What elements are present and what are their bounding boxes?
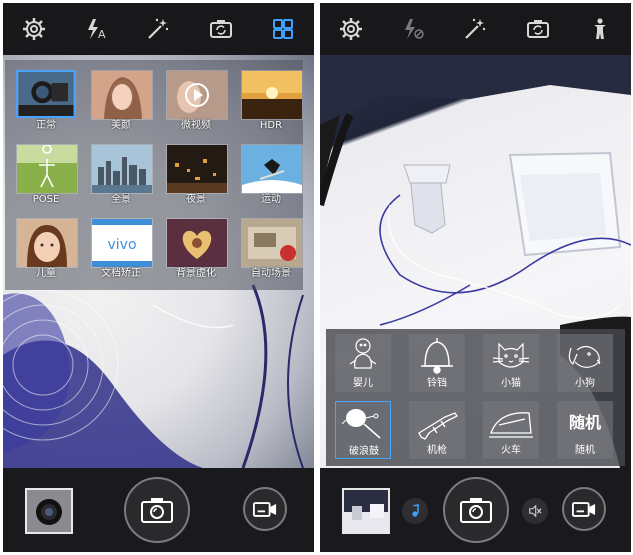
speaker-mute-icon: [529, 505, 542, 517]
modes-grid-icon[interactable]: [268, 14, 298, 44]
left-top-toolbar: A: [3, 3, 314, 55]
sound-label: 随机: [575, 445, 595, 456]
camera-icon: [141, 498, 173, 523]
mode-thumb-micro-video: [166, 70, 228, 120]
mode-label: 正常: [36, 120, 56, 131]
sound-label: 小猫: [501, 378, 521, 389]
sound-tile-bell[interactable]: 铃铛: [409, 334, 465, 392]
sound-tile-random[interactable]: 随机 随机: [557, 401, 613, 459]
mode-tile-auto-scene[interactable]: 自动场景: [241, 218, 303, 282]
mute-button[interactable]: [522, 498, 548, 524]
mode-label: 文档矫正: [101, 268, 141, 279]
shutter-button[interactable]: [124, 477, 190, 543]
mode-tile-night[interactable]: 夜景: [166, 144, 228, 208]
video-camera-icon: [572, 501, 596, 517]
camera-icon: [460, 498, 492, 523]
bell-icon: [421, 338, 453, 374]
sound-label: 机枪: [427, 445, 447, 456]
mode-thumb-normal: [16, 70, 76, 118]
sound-tile-rattle-drum[interactable]: 破浪鼓: [335, 401, 391, 459]
sound-tile-cat[interactable]: 小猫: [483, 334, 539, 392]
baby-icon: [349, 338, 377, 369]
mode-label: 全景: [111, 194, 131, 205]
sound-tile-machine-gun[interactable]: 机枪: [409, 401, 465, 459]
sound-label: 铃铛: [427, 378, 447, 389]
gallery-thumbnail[interactable]: [25, 488, 73, 534]
mode-label: POSE: [32, 194, 60, 205]
sound-label: 火车: [501, 445, 521, 456]
dog-icon: [568, 345, 601, 368]
flash-auto-icon[interactable]: A: [81, 14, 111, 44]
right-viewfinder[interactable]: 婴儿 铃铛 小猫 小狗 破浪鼓 机枪 火车 随机 随机: [320, 55, 631, 468]
mode-label: HDR: [259, 120, 283, 131]
flash-auto-label: A: [98, 28, 106, 41]
random-icon: 随机: [568, 413, 601, 432]
mode-tile-panorama[interactable]: 全景: [91, 144, 153, 208]
left-viewfinder[interactable]: 正常 美颜 微视频 HDR POSE 全景 夜景 运动 儿童 vivo 文档矫正…: [3, 55, 314, 468]
mode-tile-hdr[interactable]: HDR: [241, 70, 303, 134]
document-logo-text: vivo: [107, 237, 136, 253]
mode-label: 微视频: [181, 120, 211, 131]
mode-tile-document[interactable]: vivo 文档矫正: [91, 218, 153, 282]
mode-label: 运动: [261, 194, 281, 205]
mode-label: 自动场景: [251, 268, 291, 279]
mode-label: 夜景: [186, 194, 206, 205]
mode-thumb-sports: [241, 144, 303, 194]
sound-label: 婴儿: [353, 378, 373, 389]
left-bottom-bar: [3, 468, 314, 552]
mode-selection-panel: 正常 美颜 微视频 HDR POSE 全景 夜景 运动 儿童 vivo 文档矫正…: [5, 60, 303, 290]
magic-wand-icon[interactable]: [460, 14, 490, 44]
sound-effect-panel: 婴儿 铃铛 小猫 小狗 破浪鼓 机枪 火车 随机 随机: [326, 329, 625, 466]
person-pose-icon[interactable]: [585, 14, 615, 44]
right-phone-screen: 婴儿 铃铛 小猫 小狗 破浪鼓 机枪 火车 随机 随机: [320, 3, 631, 552]
mode-tile-micro-video[interactable]: 微视频: [166, 70, 228, 134]
mode-label: 儿童: [36, 268, 56, 279]
mode-tile-background-blur[interactable]: 背景虚化: [166, 218, 228, 282]
mode-thumb-hdr: [241, 70, 303, 120]
machine-gun-icon: [418, 412, 458, 440]
mode-thumb-panorama: [91, 144, 153, 194]
mode-thumb-background-blur: [166, 218, 228, 268]
settings-icon[interactable]: [19, 14, 49, 44]
right-top-toolbar: [320, 3, 631, 55]
rattle-drum-icon: [342, 409, 381, 439]
mode-tile-sports[interactable]: 运动: [241, 144, 303, 208]
switch-camera-icon[interactable]: [523, 14, 553, 44]
mode-thumb-auto-scene: [241, 218, 303, 268]
video-record-button[interactable]: [243, 487, 287, 531]
sound-label: 破浪鼓: [349, 446, 379, 457]
switch-camera-icon[interactable]: [206, 14, 236, 44]
train-icon: [489, 412, 533, 438]
mode-tile-pose[interactable]: POSE: [16, 144, 78, 208]
magic-wand-icon[interactable]: [143, 14, 173, 44]
left-phone-screen: A 正常 美颜 微视频 HDR POSE 全景 夜景 运动 儿童 vivo 文档…: [3, 3, 314, 552]
mode-thumb-document: vivo: [91, 218, 153, 268]
mode-thumb-night: [166, 144, 228, 194]
mode-label: 美颜: [111, 120, 131, 131]
mode-thumb-beauty: [91, 70, 153, 120]
mode-thumb-kids: [16, 218, 78, 268]
mode-tile-kids[interactable]: 儿童: [16, 218, 78, 282]
video-record-button[interactable]: [562, 487, 606, 531]
shutter-button[interactable]: [443, 477, 509, 543]
music-note-icon: [412, 504, 419, 517]
sound-tile-baby[interactable]: 婴儿: [335, 334, 391, 392]
settings-icon[interactable]: [336, 14, 366, 44]
video-camera-icon: [253, 501, 277, 517]
sound-note-button[interactable]: [402, 498, 428, 524]
sound-label: 小狗: [575, 378, 595, 389]
mode-label: 背景虚化: [176, 268, 216, 279]
right-bottom-bar: [320, 468, 631, 552]
mode-tile-beauty[interactable]: 美颜: [91, 70, 153, 134]
sound-tile-train[interactable]: 火车: [483, 401, 539, 459]
flash-off-icon[interactable]: [398, 14, 428, 44]
mode-tile-normal[interactable]: 正常: [16, 70, 76, 134]
cat-icon: [492, 342, 530, 368]
sound-tile-dog[interactable]: 小狗: [557, 334, 613, 392]
gallery-thumbnail[interactable]: [342, 488, 390, 534]
mode-thumb-pose: [16, 144, 78, 194]
